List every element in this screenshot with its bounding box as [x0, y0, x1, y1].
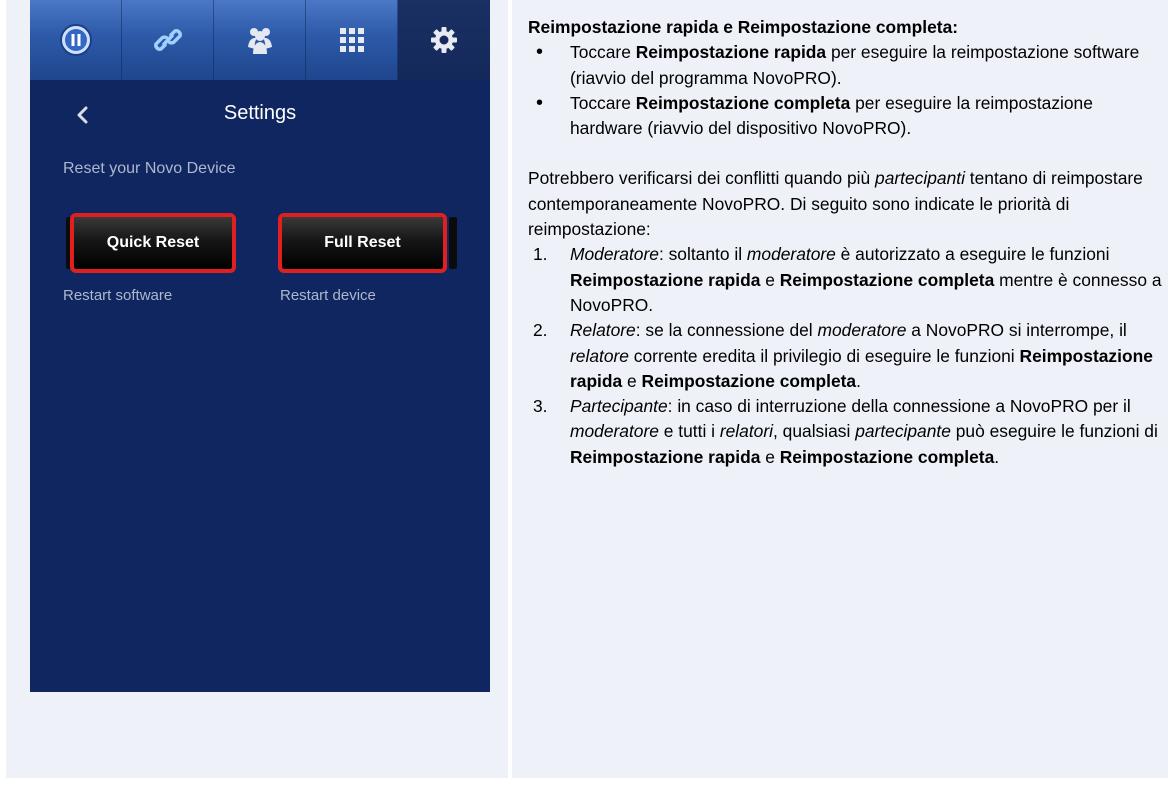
list-item: 1. Moderatore: soltanto il moderatore è a…: [533, 244, 1162, 315]
quick-reset-caption: Restart software: [63, 287, 173, 304]
full-reset-highlight: Full Reset: [278, 213, 447, 273]
tab-link[interactable]: [122, 0, 214, 80]
tab-users[interactable]: [214, 0, 306, 80]
tab-bar: [30, 0, 490, 80]
section-heading: Reimpostazione rapida e Reimpostazione c…: [528, 17, 959, 37]
list-item: 2. Relatore: se la connessione del modera…: [533, 320, 1153, 391]
page-title: Settings: [223, 102, 297, 124]
users-icon: [247, 28, 272, 54]
full-reset-button[interactable]: Full Reset: [282, 217, 443, 269]
grid-icon: [339, 28, 364, 52]
bullet-list: Toccare Reimpostazione rapida per esegui…: [528, 40, 1164, 141]
button-edge: [449, 217, 457, 269]
list-item: Toccare Reimpostazione completa per eseg…: [528, 91, 1164, 142]
gear-icon: [431, 27, 457, 53]
tab-grid[interactable]: [306, 0, 398, 80]
quick-reset-button[interactable]: Quick Reset: [74, 217, 232, 269]
column-divider: [508, 0, 512, 778]
list-item: 3. Partecipante: in caso di interruzione …: [533, 396, 1158, 467]
list-item: Toccare Reimpostazione rapida per esegui…: [528, 40, 1164, 91]
tab-settings[interactable]: [398, 0, 490, 80]
section-label: Reset your Novo Device: [63, 160, 236, 177]
link-icon: [153, 29, 182, 51]
numbered-list: 1. Moderatore: soltanto il moderatore è a…: [528, 242, 1164, 470]
instructions-text: Reimpostazione rapida e Reimpostazione c…: [528, 15, 1164, 470]
full-reset-caption: Restart device: [280, 287, 376, 304]
document-frame: Settings Reset your Novo Device Quick Re…: [6, 0, 1168, 778]
tab-pause[interactable]: [30, 0, 122, 80]
quick-reset-highlight: Quick Reset: [70, 213, 236, 273]
phone-screenshot: Settings Reset your Novo Device Quick Re…: [30, 0, 490, 692]
paragraph: Potrebbero verificarsi dei conflitti qua…: [528, 168, 1143, 240]
pause-icon: [59, 24, 92, 56]
